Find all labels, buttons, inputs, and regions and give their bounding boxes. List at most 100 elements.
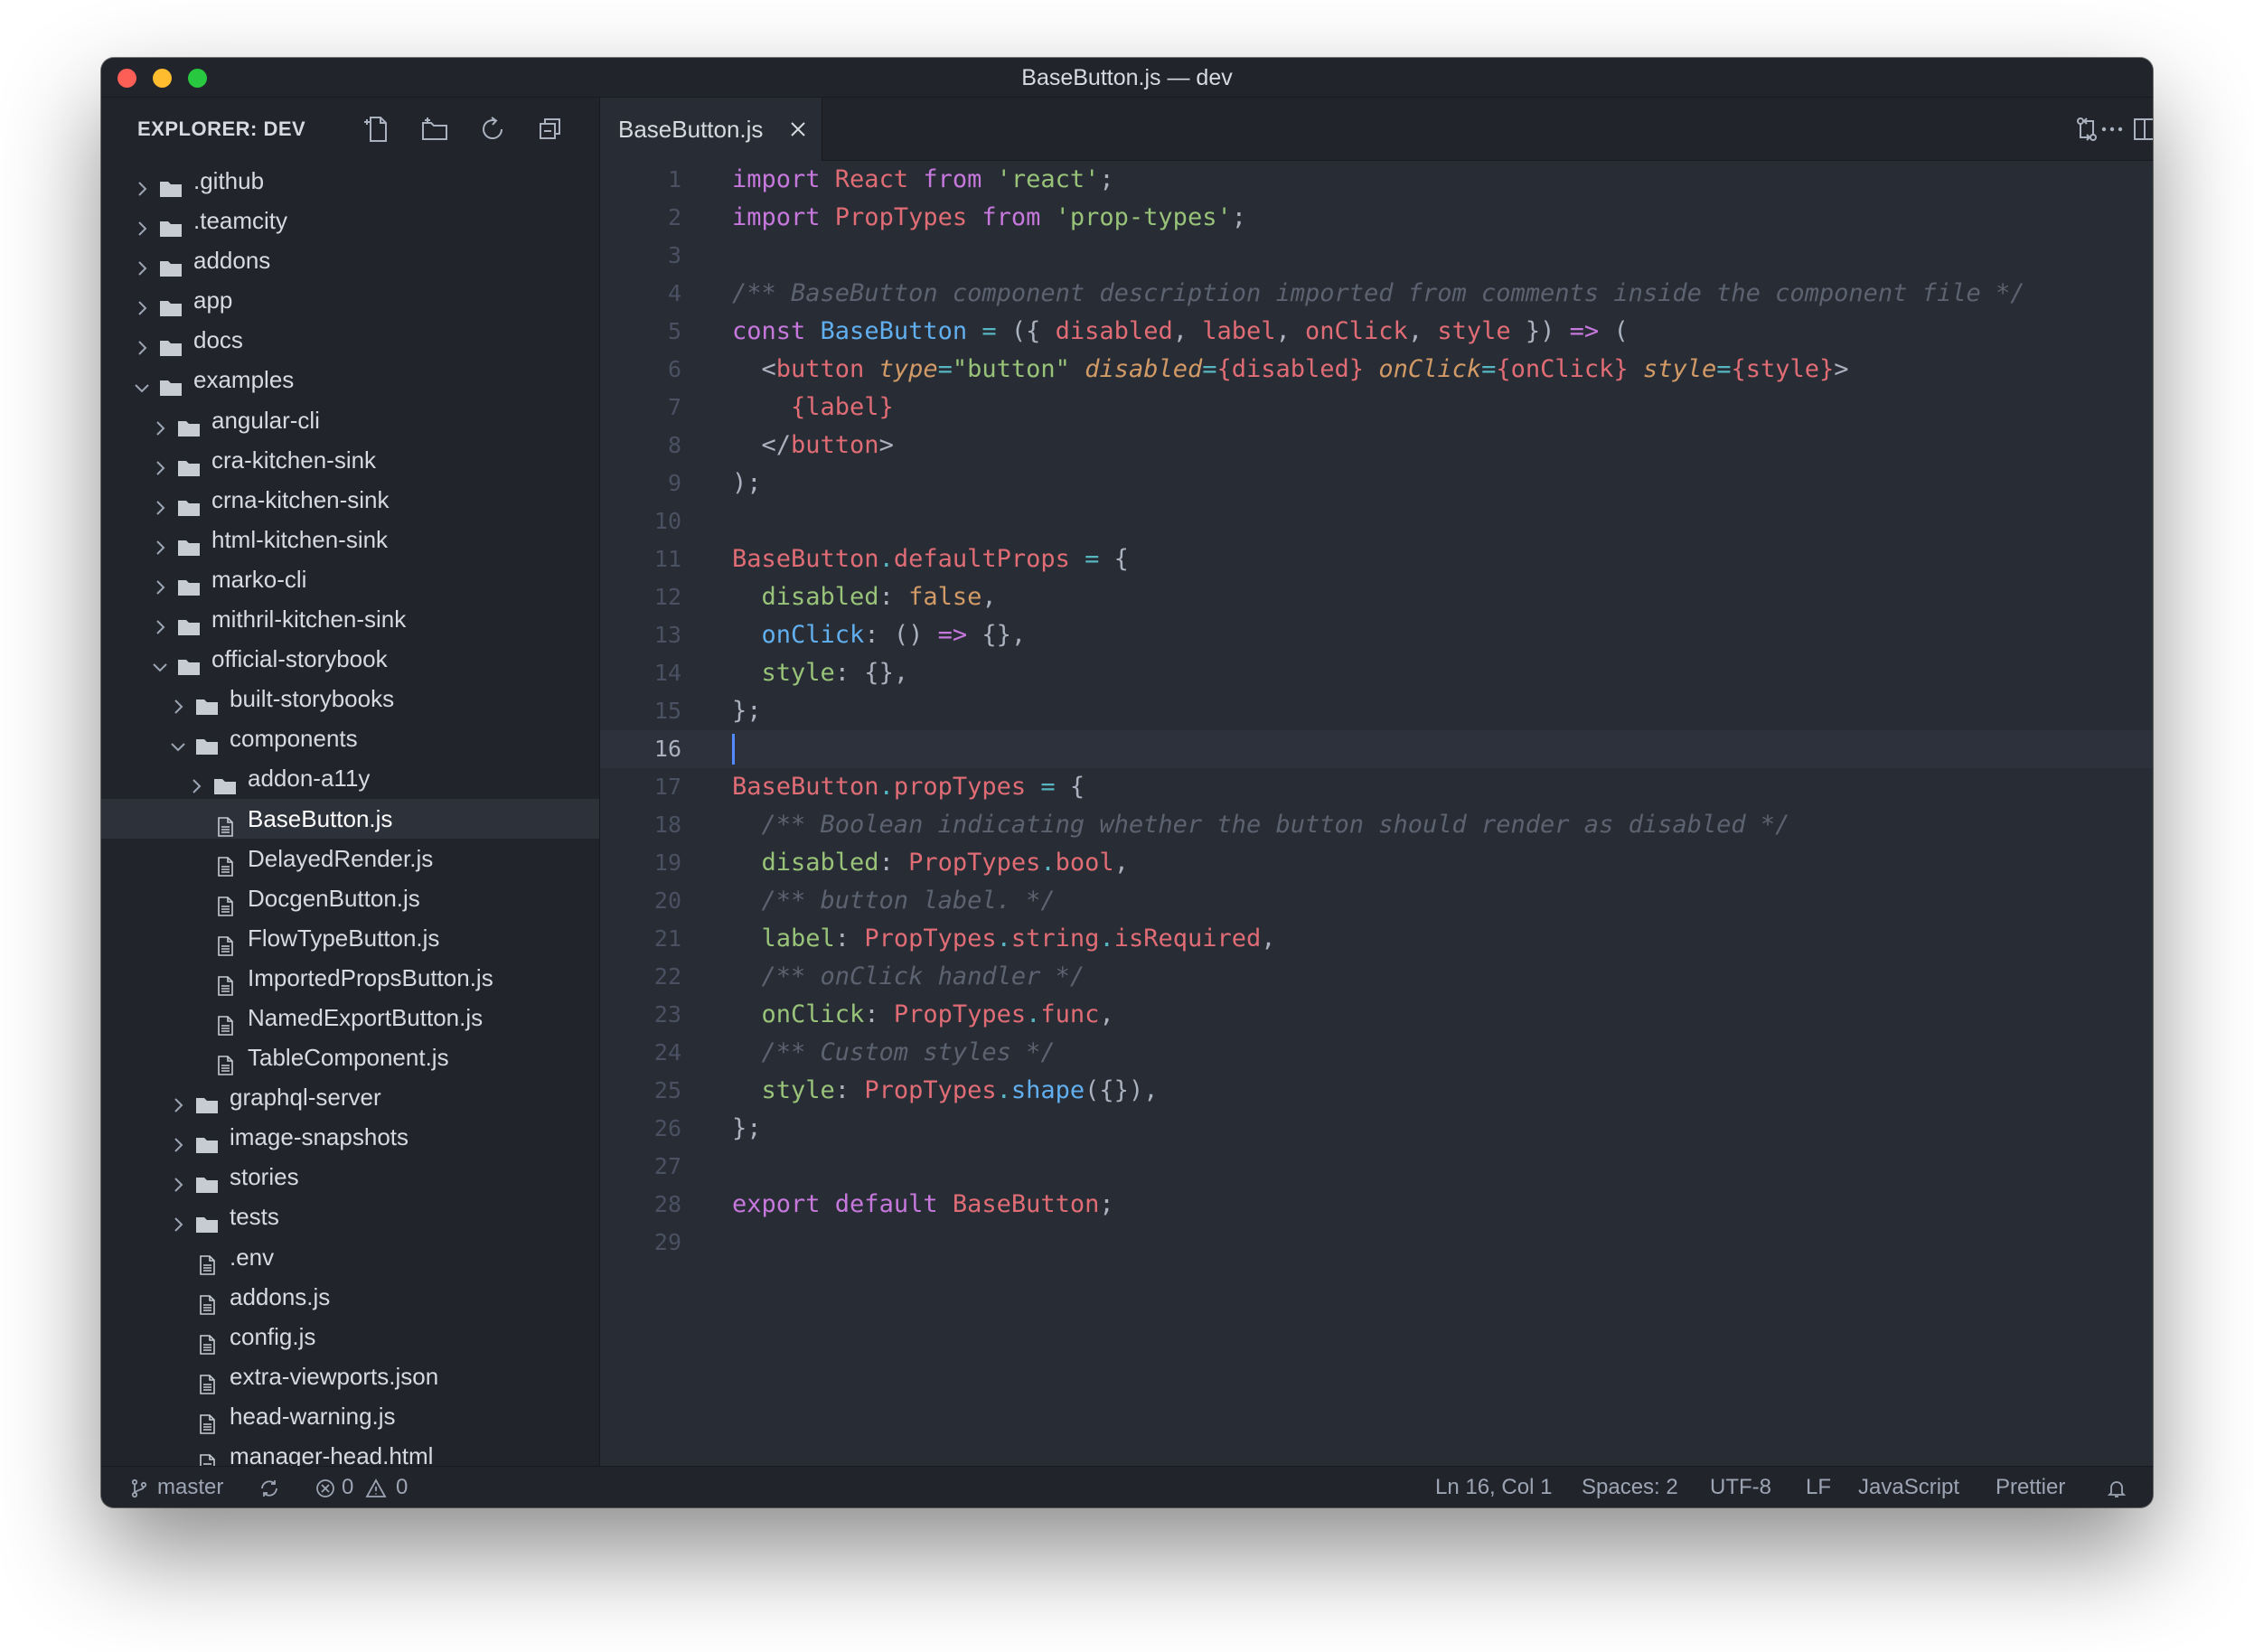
- chevron-right-icon[interactable]: [132, 250, 152, 276]
- tree-folder[interactable]: app: [101, 280, 599, 320]
- chevron-right-icon[interactable]: [150, 410, 170, 436]
- tree-folder[interactable]: crna-kitchen-sink: [101, 480, 599, 520]
- tree-file[interactable]: config.js: [101, 1317, 599, 1356]
- code-line[interactable]: 7 {label}: [600, 389, 2153, 427]
- code-line[interactable]: 3: [600, 237, 2153, 275]
- chevron-down-icon[interactable]: [132, 370, 152, 393]
- code-line[interactable]: 4 /** BaseButton component description im…: [600, 275, 2153, 313]
- tree-folder[interactable]: marko-cli: [101, 559, 599, 599]
- code-line[interactable]: 14 style: {},: [600, 654, 2153, 692]
- chevron-right-icon[interactable]: [168, 689, 188, 714]
- line-ending[interactable]: LF: [1806, 1467, 1831, 1507]
- code-line[interactable]: 13 onClick: () => {},: [600, 616, 2153, 654]
- code-line[interactable]: 16: [600, 730, 2153, 768]
- chevron-right-icon[interactable]: [168, 1087, 188, 1112]
- bell-icon[interactable]: [2106, 1478, 2127, 1499]
- error-icon[interactable]: [315, 1478, 336, 1499]
- more-actions-button[interactable]: [2097, 114, 2127, 145]
- new-folder-icon[interactable]: [419, 114, 450, 145]
- chevron-down-icon[interactable]: [168, 728, 188, 752]
- code-editor[interactable]: 1 import React from 'react'; 2 import PropT…: [600, 161, 2153, 1466]
- tree-folder[interactable]: html-kitchen-sink: [101, 520, 599, 559]
- split-editor-icon[interactable]: [2129, 114, 2153, 145]
- cursor-position[interactable]: Ln 16, Col 1: [1435, 1467, 1552, 1507]
- tree-file[interactable]: ImportedPropsButton.js: [101, 958, 599, 998]
- tree-file[interactable]: BaseButton.js: [101, 798, 599, 839]
- code-line[interactable]: 8 </button>: [600, 427, 2153, 465]
- tree-folder[interactable]: .github: [101, 161, 599, 201]
- language-mode[interactable]: JavaScript: [1858, 1467, 1959, 1507]
- code-line[interactable]: 18 /** Boolean indicating whether the bu…: [600, 806, 2153, 844]
- refresh-icon[interactable]: [477, 114, 508, 145]
- chevron-right-icon[interactable]: [168, 1206, 188, 1233]
- indentation[interactable]: Spaces: 2: [1582, 1467, 1678, 1507]
- code-line[interactable]: 20 /** button label. */: [600, 882, 2153, 920]
- tree-folder[interactable]: angular-cli: [101, 400, 599, 440]
- tree-folder[interactable]: examples: [101, 360, 599, 399]
- code-line[interactable]: 24 /** Custom styles */: [600, 1034, 2153, 1072]
- code-line[interactable]: 11 BaseButton.defaultProps = {: [600, 540, 2153, 578]
- code-line[interactable]: 17 BaseButton.propTypes = {: [600, 768, 2153, 806]
- tree-file[interactable]: TableComponent.js: [101, 1037, 599, 1077]
- warning-icon[interactable]: [365, 1478, 387, 1499]
- close-tab-icon[interactable]: [788, 119, 808, 139]
- chevron-right-icon[interactable]: [132, 171, 152, 196]
- tree-folder[interactable]: .teamcity: [101, 201, 599, 240]
- tab-basebutton-js[interactable]: BaseButton.js: [600, 98, 822, 161]
- tree-folder[interactable]: addons: [101, 240, 599, 280]
- chevron-right-icon[interactable]: [168, 1167, 188, 1193]
- tree-folder[interactable]: image-snapshots: [101, 1117, 599, 1157]
- new-file-icon[interactable]: [362, 114, 392, 145]
- chevron-right-icon[interactable]: [186, 768, 206, 794]
- code-line[interactable]: 28 export default BaseButton;: [600, 1186, 2153, 1224]
- tree-folder[interactable]: components: [101, 718, 599, 758]
- code-line[interactable]: 15};: [600, 692, 2153, 730]
- code-line[interactable]: 21 label: PropTypes.string.isRequired,: [600, 920, 2153, 958]
- tree-file[interactable]: extra-viewports.json: [101, 1356, 599, 1396]
- collapse-all-icon[interactable]: [535, 114, 566, 145]
- code-line[interactable]: 19 disabled: PropTypes.bool,: [600, 844, 2153, 882]
- code-line[interactable]: 12 disabled: false,: [600, 578, 2153, 616]
- chevron-right-icon[interactable]: [168, 1127, 188, 1152]
- code-line[interactable]: 1 import React from 'react';: [600, 161, 2153, 199]
- tree-file[interactable]: DocgenButton.js: [101, 878, 599, 918]
- chevron-right-icon[interactable]: [150, 450, 170, 475]
- tree-file[interactable]: NamedExportButton.js: [101, 998, 599, 1037]
- chevron-down-icon[interactable]: [150, 649, 170, 672]
- tree-folder[interactable]: official-storybook: [101, 639, 599, 679]
- chevron-right-icon[interactable]: [150, 569, 170, 595]
- tree-folder[interactable]: tests: [101, 1197, 599, 1236]
- tree-file[interactable]: .env: [101, 1237, 599, 1277]
- chevron-right-icon[interactable]: [150, 490, 170, 515]
- tree-file[interactable]: head-warning.js: [101, 1396, 599, 1436]
- tree-file[interactable]: FlowTypeButton.js: [101, 918, 599, 958]
- tree-folder[interactable]: built-storybooks: [101, 679, 599, 718]
- code-line[interactable]: 9);: [600, 465, 2153, 502]
- chevron-right-icon[interactable]: [132, 211, 152, 236]
- code-line[interactable]: 5 const BaseButton = ({ disabled, label, …: [600, 313, 2153, 351]
- chevron-right-icon[interactable]: [150, 609, 170, 634]
- chevron-right-icon[interactable]: [132, 290, 152, 315]
- encoding[interactable]: UTF-8: [1710, 1467, 1771, 1507]
- tree-folder[interactable]: cra-kitchen-sink: [101, 440, 599, 480]
- code-line[interactable]: 10: [600, 502, 2153, 540]
- sync-icon[interactable]: [258, 1478, 280, 1499]
- tree-folder[interactable]: mithril-kitchen-sink: [101, 599, 599, 639]
- code-line[interactable]: 2 import PropTypes from 'prop-types';: [600, 199, 2153, 237]
- code-line[interactable]: 27: [600, 1148, 2153, 1186]
- tree-folder[interactable]: graphql-server: [101, 1077, 599, 1117]
- git-branch[interactable]: master: [157, 1467, 223, 1507]
- tree-file[interactable]: DelayedRender.js: [101, 839, 599, 878]
- tree-folder[interactable]: addon-a11y: [101, 758, 599, 798]
- code-line[interactable]: 29: [600, 1224, 2153, 1262]
- tree-file[interactable]: addons.js: [101, 1277, 599, 1317]
- code-line[interactable]: 25 style: PropTypes.shape({}),: [600, 1072, 2153, 1110]
- chevron-right-icon[interactable]: [132, 330, 152, 356]
- chevron-right-icon[interactable]: [150, 530, 170, 555]
- code-line[interactable]: 26};: [600, 1110, 2153, 1148]
- code-line[interactable]: 6 <button type="button" disabled={disabl…: [600, 351, 2153, 389]
- tree-file[interactable]: manager-head.html: [101, 1436, 599, 1466]
- code-line[interactable]: 22 /** onClick handler */: [600, 958, 2153, 996]
- tree-folder[interactable]: stories: [101, 1157, 599, 1197]
- formatter[interactable]: Prettier: [1996, 1467, 2065, 1507]
